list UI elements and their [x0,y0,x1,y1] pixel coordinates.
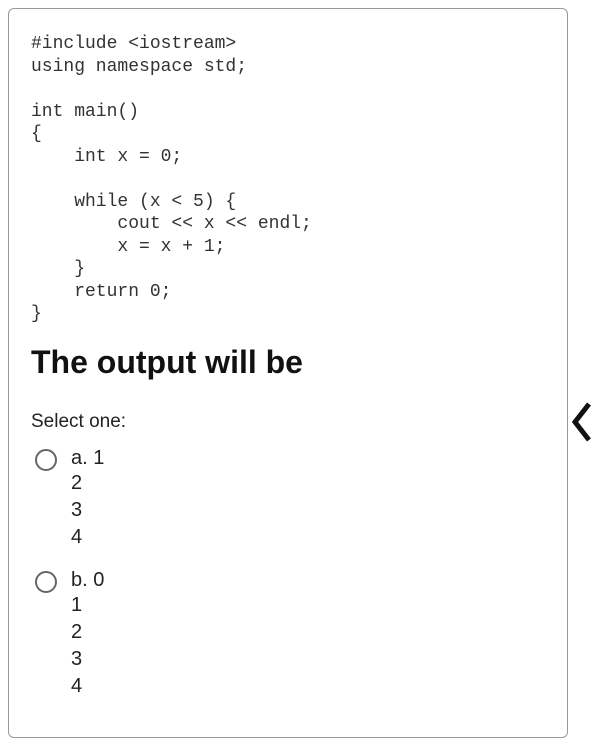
radio-a[interactable] [35,449,57,471]
question-card: #include <iostream> using namespace std;… [8,8,568,738]
option-a-body: a. 1 2 3 4 [71,447,104,551]
option-b[interactable]: b. 0 1 2 3 4 [31,569,545,700]
option-b-lines: 1 2 3 4 [71,592,104,700]
option-a[interactable]: a. 1 2 3 4 [31,447,545,551]
radio-b[interactable] [35,571,57,593]
select-prompt: Select one: [31,411,545,433]
option-a-first: 1 [93,447,104,469]
question-heading: The output will be [31,344,545,381]
code-block: #include <iostream> using namespace std;… [31,33,545,326]
option-a-lines: 2 3 4 [71,470,104,551]
chevron-left-icon[interactable] [569,400,591,444]
option-a-label: a. [71,447,88,469]
option-b-body: b. 0 1 2 3 4 [71,569,104,700]
option-b-first: 0 [93,569,104,591]
option-b-label: b. [71,569,88,591]
